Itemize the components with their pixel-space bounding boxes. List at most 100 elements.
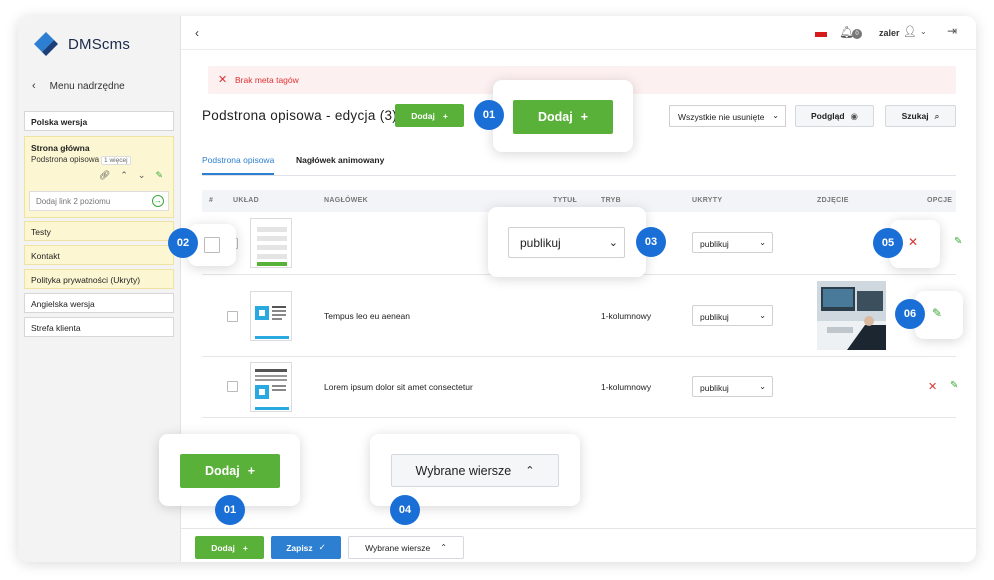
arrow-right-circle-icon[interactable]: → [152, 195, 164, 207]
sidebar-item-testy[interactable]: Testy [24, 221, 174, 241]
collapse-sidebar-icon[interactable]: ‹ [195, 26, 199, 40]
sidebar-item-polityka[interactable]: Polityka prywatności (Ukryty) [24, 269, 174, 289]
top-bar: ‹ 🔔︎ 0 zaler 👤︎ ⌄ ⇥ [181, 16, 976, 50]
chevron-up-icon[interactable]: ⌃ [120, 170, 128, 181]
eye-icon: ◉ [850, 110, 858, 121]
chevron-up-icon: ⌃ [525, 465, 535, 477]
callout-number-02: 02 [168, 228, 198, 258]
callout-number-01: 01 [474, 100, 504, 130]
row-mode: 1-kolumnowy [601, 311, 652, 321]
callout-number-04: 04 [390, 495, 420, 525]
sidebar-item-kontakt[interactable]: Kontakt [24, 245, 174, 265]
row-mode: 1-kolumnowy [601, 382, 652, 392]
edit-icon[interactable]: ✎ [954, 236, 962, 247]
search-icon: ⌕ [934, 110, 940, 121]
table-row: Lorem ipsum dolor sit amet consectetur 1… [202, 357, 958, 418]
close-x-icon: ✕ [218, 74, 228, 86]
callout-number-03: 03 [636, 227, 666, 257]
sidebar-selected-subtitle: Podstrona opisowa 1 więcej [31, 155, 131, 165]
callout-number-06: 06 [895, 299, 925, 329]
chevron-up-icon: ⌃ [440, 543, 447, 552]
chevron-down-icon: ⌄ [772, 111, 779, 120]
col-options: OPCJE [927, 197, 953, 204]
col-hidden: UKRYTY [692, 197, 723, 204]
filter-select[interactable]: Wszystkie nie usunięte ⌄ [669, 105, 786, 127]
sidebar-selected-title: Strona główna [31, 143, 90, 153]
table-row: Tempus leo eu aenean 1-kolumnowy publiku… [202, 275, 956, 357]
parent-menu-link[interactable]: ‹ Menu nadrzędne [32, 80, 125, 92]
col-title: TYTUŁ [553, 197, 578, 204]
hidden-select-zoom[interactable]: publikuj ⌄ [508, 227, 625, 258]
user-icon[interactable]: 👤︎ [903, 25, 917, 38]
plus-icon: + [580, 110, 589, 124]
delete-icon[interactable]: ✕ [908, 235, 918, 249]
plus-icon: + [442, 110, 448, 121]
search-button[interactable]: Szukaj ⌕ [885, 105, 956, 127]
chevron-down-icon: ⌄ [608, 237, 618, 249]
preview-button[interactable]: Podgląd ◉ [795, 105, 874, 127]
link-icon[interactable]: 🔗︎ [99, 170, 110, 181]
callout-select: publikuj ⌄ [488, 207, 646, 277]
more-badge: 1 więcej [101, 156, 131, 165]
row-heading: Lorem ipsum dolor sit amet consectetur [324, 382, 473, 392]
row-checkbox[interactable] [227, 381, 238, 392]
user-name[interactable]: zaler [879, 28, 900, 38]
chevron-down-icon[interactable]: ⌄ [138, 170, 146, 181]
chevron-down-icon: ⌄ [759, 238, 766, 247]
callout-number-01-bottom: 01 [215, 495, 245, 525]
col-heading: NAGŁÓWEK [324, 197, 369, 204]
layout-thumbnail [250, 362, 292, 412]
app-window: DMScms ‹ Menu nadrzędne Polska wersja St… [18, 16, 976, 562]
row-checkbox[interactable] [227, 311, 238, 322]
plus-icon: + [247, 464, 256, 478]
language-flag-icon[interactable] [815, 32, 827, 37]
hidden-select[interactable]: publikuj ⌄ [692, 376, 773, 397]
chevron-left-icon: ‹ [32, 80, 36, 92]
row-photo [817, 281, 886, 350]
chevron-down-icon[interactable]: ⌄ [920, 27, 927, 36]
layout-thumbnail [250, 218, 292, 268]
edit-icon[interactable]: ✎ [932, 306, 942, 320]
sidebar-item-strefa-klienta[interactable]: Strefa klienta [24, 317, 174, 337]
chevron-down-icon: ⌄ [759, 311, 766, 320]
save-button[interactable]: Zapisz ✓ [271, 536, 341, 559]
sidebar: DMScms ‹ Menu nadrzędne Polska wersja St… [18, 16, 181, 562]
dmscms-logo-icon [34, 32, 58, 56]
selected-rows-button-zoom[interactable]: Wybrane wiersze ⌃ [391, 454, 559, 487]
bottom-bar: Dodaj + Zapisz ✓ Wybrane wiersze ⌃ [181, 528, 976, 562]
edit-icon[interactable]: ✎ [950, 380, 958, 391]
add-button-bottom-zoom[interactable]: Dodaj + [180, 454, 280, 488]
add-level2-link-input[interactable]: Dodaj link 2 poziomu → [29, 191, 169, 211]
tab-podstrona-opisowa[interactable]: Podstrona opisowa [202, 155, 275, 175]
edit-icon[interactable]: ✎ [155, 170, 163, 181]
sidebar-item-angielska-wersja[interactable]: Angielska wersja [24, 293, 174, 313]
plus-icon: + [242, 542, 248, 553]
sidebar-item-polska-wersja[interactable]: Polska wersja [24, 111, 174, 131]
callout-number-05: 05 [873, 228, 903, 258]
row-checkbox-zoom[interactable] [204, 237, 220, 253]
alert-message: Brak meta tagów [235, 75, 299, 85]
hidden-select[interactable]: publikuj ⌄ [692, 232, 773, 253]
selected-rows-button[interactable]: Wybrane wiersze ⌃ [348, 536, 464, 559]
parent-menu-label: Menu nadrzędne [49, 80, 125, 92]
delete-icon[interactable]: ✕ [928, 380, 937, 393]
sidebar-item-actions: 🔗︎ ⌃ ⌄ ✎ [99, 170, 163, 181]
notification-count: 0 [852, 29, 862, 39]
tab-naglowek-animowany[interactable]: Nagłówek animowany [296, 155, 384, 173]
sidebar-item-strona-glowna[interactable]: Strona główna Podstrona opisowa 1 więcej … [24, 136, 174, 218]
page-title: Podstrona opisowa - edycja (3) [202, 108, 398, 123]
add-button-zoom[interactable]: Dodaj + [513, 100, 613, 134]
app-name: DMScms [68, 35, 131, 53]
row-heading: Tempus leo eu aenean [324, 311, 411, 321]
chevron-down-icon: ⌄ [759, 382, 766, 391]
add-button-top[interactable]: Dodaj + [395, 104, 464, 127]
tabs: Podstrona opisowa Nagłówek animowany [202, 150, 956, 176]
logo: DMScms [32, 30, 130, 58]
col-image: ZDJĘCIE [817, 197, 849, 204]
add-button-bottom[interactable]: Dodaj + [195, 536, 264, 559]
col-number: # [209, 197, 214, 204]
hidden-select[interactable]: publikuj ⌄ [692, 305, 773, 326]
col-mode: TRYB [601, 197, 621, 204]
layout-thumbnail [250, 291, 292, 341]
logout-icon[interactable]: ⇥ [947, 24, 957, 38]
